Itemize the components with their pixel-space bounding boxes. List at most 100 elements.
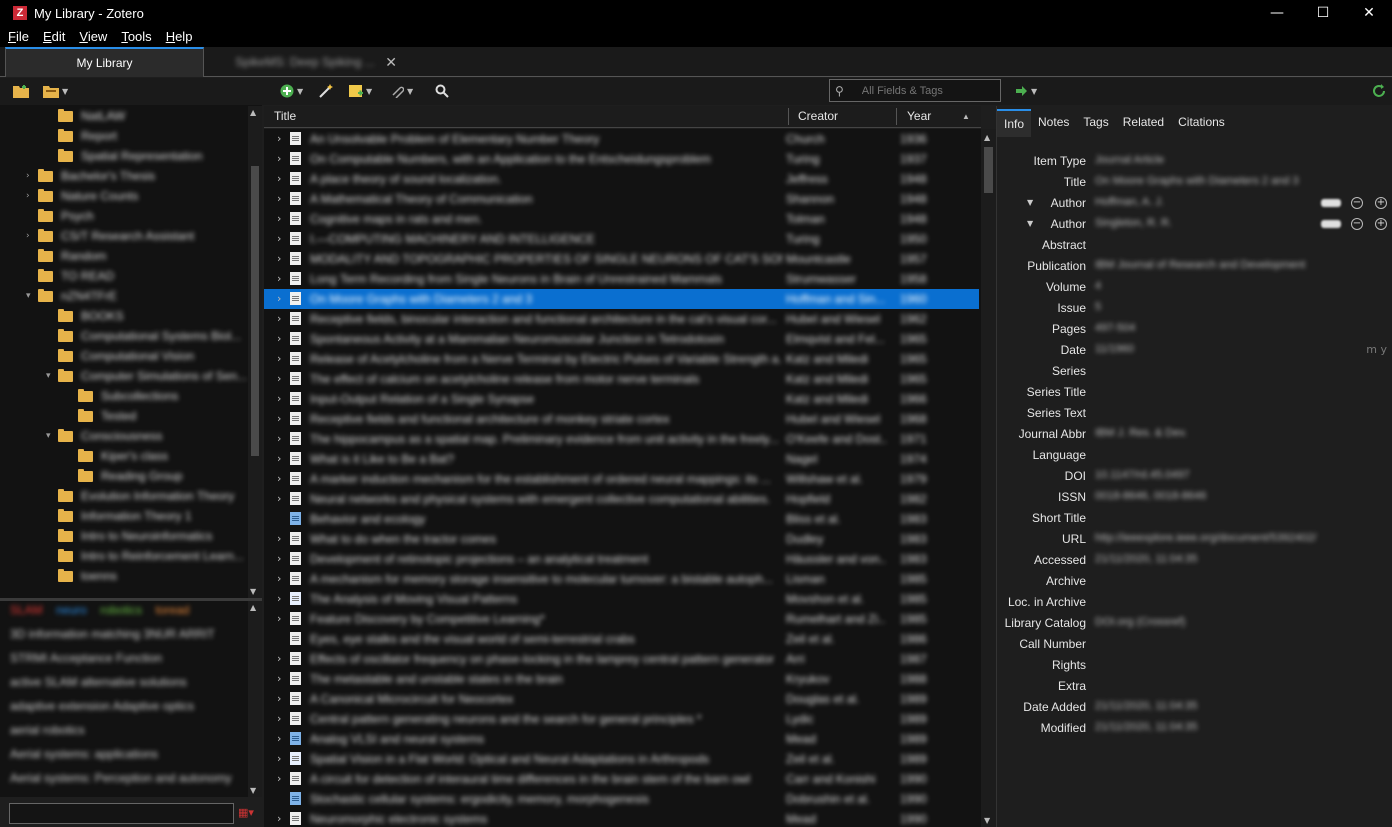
tag-line[interactable]: 3D information matching 3NUR ARRIT [10,627,215,641]
expand-toggle-icon[interactable]: › [277,312,281,325]
field-value[interactable]: Hoffman, A. J. [1095,196,1164,208]
item-row[interactable]: › A marker induction mechanism for the es… [264,469,934,489]
collection-item[interactable]: toenns [46,566,117,586]
collection-item[interactable]: Information Theory 1 [46,506,192,526]
tag-chip[interactable]: robotics [100,603,142,617]
expand-toggle-icon[interactable]: › [277,252,281,265]
item-row[interactable]: › Spontaneous Activity at a Mammalian Neu… [264,329,934,349]
expand-toggle-icon[interactable]: › [26,171,38,181]
tag-chip[interactable]: SLAM [10,603,43,617]
expand-toggle-icon[interactable]: › [277,272,281,285]
collection-item[interactable]: ▾ Computer Simulations of Sen... [46,366,247,386]
scroll-down-icon[interactable]: ▼ [250,587,256,596]
item-row[interactable]: › Neuromorphic electronic systems Mead 1990 [264,809,934,827]
tab-info[interactable]: Info [997,109,1032,137]
tab-my-library[interactable]: My Library [5,47,204,77]
item-row[interactable]: › A Mathematical Theory of Communication S… [264,189,934,209]
expand-toggle-icon[interactable]: › [277,392,281,405]
expand-toggle-icon[interactable]: › [277,372,281,385]
collection-item[interactable]: Spatial Representation [46,146,202,166]
expand-toggle-icon[interactable]: › [26,231,38,241]
new-note-icon[interactable]: ▼ [349,83,372,99]
collection-item[interactable]: Subcollections [66,386,178,406]
creator-type-dropdown-icon[interactable]: ▼ [1027,219,1033,228]
tab-related[interactable]: Related [1116,109,1171,137]
item-row[interactable]: › The metastable and unstable states in t… [264,669,934,689]
expand-toggle-icon[interactable]: › [277,672,281,685]
maximize-icon[interactable]: ☐ [1300,0,1346,26]
menu-help[interactable]: Help [164,29,195,44]
item-row[interactable]: Behavior and ecology Bliss et al. 1983 [264,509,934,529]
field-value[interactable]: 10.1147/rd.45.0497 [1095,469,1190,481]
field-value[interactable]: Journal Article [1095,154,1164,166]
field-value[interactable]: IBM J. Res. & Dev. [1095,427,1187,439]
expand-toggle-icon[interactable]: › [277,472,281,485]
add-by-identifier-icon[interactable] [318,83,334,99]
expand-toggle-icon[interactable]: › [277,652,281,665]
collections-scrollbar[interactable]: ▲ ▼ [248,106,262,598]
collection-item[interactable]: Kiper's class [66,446,168,466]
expand-toggle-icon[interactable]: › [277,412,281,425]
scroll-up-icon[interactable]: ▲ [250,108,256,117]
collection-item[interactable]: TO READ [26,266,114,286]
tag-line[interactable]: Aerial systems: applications [10,747,158,761]
expand-toggle-icon[interactable]: › [277,692,281,705]
expand-toggle-icon[interactable]: › [277,152,281,165]
expand-toggle-icon[interactable]: › [277,132,281,145]
menu-tools[interactable]: Tools [119,29,153,44]
tag-actions-icon[interactable]: ▦▾ [238,806,254,819]
field-value[interactable]: Singleton, R. R. [1095,217,1172,229]
items-scrollbar[interactable]: ▲ ▼ [981,129,996,827]
scroll-up-icon[interactable]: ▲ [250,603,256,612]
collection-item[interactable]: Reading Group [66,466,182,486]
tag-line[interactable]: Aerial systems: Perception and autonomy [10,771,231,785]
scroll-down-icon[interactable]: ▼ [984,816,990,825]
advanced-search-icon[interactable] [435,83,449,99]
collection-item[interactable]: › Bachelor's Thesis [26,166,155,186]
expand-toggle-icon[interactable]: › [277,172,281,185]
collection-item[interactable]: ▾ nZN4TFrE [26,286,117,306]
item-row[interactable]: › Cognitive maps in rats and men. Tolman 19… [264,209,934,229]
collection-item[interactable]: ▾ Consciousness [46,426,162,446]
scroll-down-icon[interactable]: ▼ [250,786,256,795]
item-row[interactable]: › Input-Output Relation of a Single Synap… [264,389,934,409]
column-divider[interactable] [896,108,897,125]
close-window-icon[interactable]: ✕ [1346,0,1392,26]
scroll-up-icon[interactable]: ▲ [984,133,990,142]
expand-toggle-icon[interactable]: › [277,712,281,725]
column-year[interactable]: Year [907,109,931,123]
menu-file[interactable]: File [6,29,31,44]
add-creator-icon[interactable]: + [1375,218,1387,230]
field-value[interactable]: 21/11/2020, 11:04:35 [1095,553,1197,565]
expand-toggle-icon[interactable]: › [277,772,281,785]
expand-toggle-icon[interactable]: › [277,812,281,825]
collection-item[interactable]: Computational Vision [46,346,194,366]
field-value[interactable]: 21/11/2020, 11:04:35 [1095,721,1197,733]
collection-item[interactable]: Computational Systems Biol... [46,326,241,346]
item-row[interactable]: › Development of retinotopic projections … [264,549,934,569]
item-row[interactable]: › MODALITY AND TOPOGRAPHIC PROPERTIES OF … [264,249,934,269]
item-row[interactable]: › What to do when the tractor comes Dudley… [264,529,934,549]
tag-line[interactable]: aerial robotics [10,723,85,737]
field-value[interactable]: http://ieeexplore.ieee.org/document/5392… [1095,532,1316,544]
expand-toggle-icon[interactable]: › [277,552,281,565]
collection-item[interactable]: Intro to Neuroinformatics [46,526,212,546]
item-row[interactable]: › An Unsolvable Problem of Elementary Num… [264,129,934,149]
expand-toggle-icon[interactable]: ▾ [46,371,58,381]
locate-icon[interactable]: ▼ [1016,83,1037,99]
item-row[interactable]: › Analog VLSI and neural systems Mead 1989 [264,729,934,749]
item-row[interactable]: › The hippocampus as a spatial map. Preli… [264,429,934,449]
item-row[interactable]: › The Analysis of Moving Visual Patterns M… [264,589,934,609]
item-row[interactable]: › Effects of oscillator frequency on phas… [264,649,934,669]
tag-chip[interactable]: neuro [56,603,87,617]
field-value[interactable]: 0018-8646, 0018-8646 [1095,490,1206,502]
expand-toggle-icon[interactable]: › [277,752,281,765]
scroll-thumb[interactable] [251,166,259,456]
expand-toggle-icon[interactable]: › [277,352,281,365]
item-row[interactable]: › A circuit for detection of interaural t… [264,769,934,789]
collection-item[interactable]: Evolution Information Theory [46,486,234,506]
item-row[interactable]: › Long Term Recording from Single Neurons… [264,269,934,289]
item-row[interactable]: › Feature Discovery by Competitive Learni… [264,609,934,629]
tab-notes[interactable]: Notes [1031,109,1076,137]
collection-item[interactable]: Random [26,246,106,266]
